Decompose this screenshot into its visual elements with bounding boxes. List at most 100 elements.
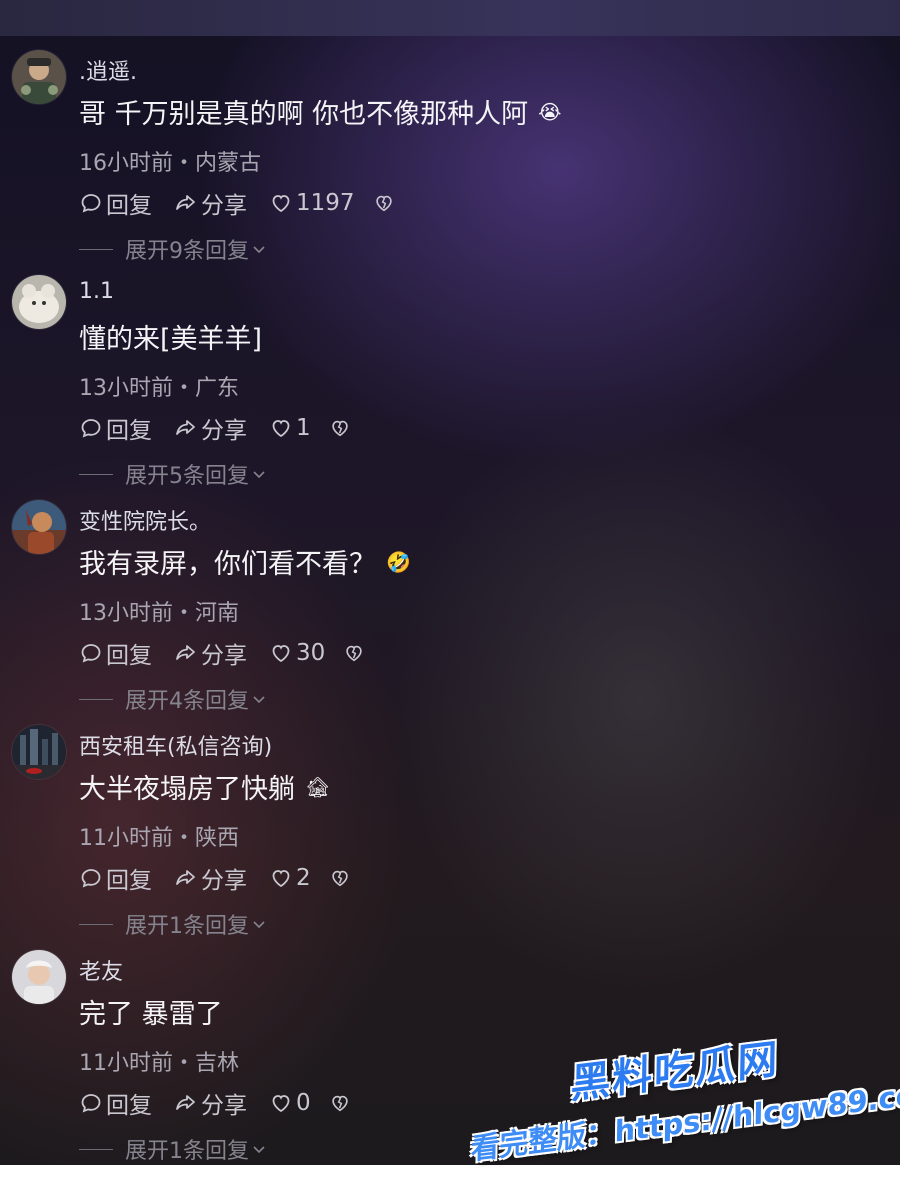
comment-time: 11小时前 [79,1051,173,1076]
comment-location: 吉林 [195,1051,240,1076]
reply-label: 回复 [106,418,152,444]
comment-time: 13小时前 [79,601,173,626]
comment-meta: 13小时前・广东 [79,370,239,402]
share-icon [176,870,195,885]
like-button[interactable]: 30 [269,640,325,666]
reply-icon [81,1094,101,1113]
chevron-down-icon [253,1146,265,1154]
comment-meta: 16小时前・内蒙古 [79,145,261,177]
share-icon [176,1095,195,1110]
username[interactable]: 1.1 [79,279,114,304]
action-bar: 回复 分享 1 [79,411,373,445]
comment-time: 13小时前 [79,376,173,401]
avatar[interactable] [12,500,66,554]
like-button[interactable]: 1197 [269,190,355,216]
broken-heart-icon [346,645,362,662]
share-button[interactable]: 分享 [174,186,247,220]
comment-item: 西安租车(私信咨询) 大半夜塌房了快躺 🏚 11小时前・陕西 回复 分享 2 展开… [0,711,900,939]
reply-icon [81,419,101,438]
like-button[interactable]: 0 [269,1090,311,1116]
heart-icon [272,645,290,663]
chevron-down-icon [253,696,265,704]
comment-text: 完了 暴雷了 [79,992,223,1031]
divider [79,1148,113,1150]
crying-emoji: 😭 [538,99,562,124]
dislike-button[interactable] [373,192,395,214]
broken-heart-icon [331,1095,348,1112]
comment-text-body: 懂的来[美羊羊] [79,324,263,355]
comment-item: 1.1 懂的来[美羊羊] 13小时前・广东 回复 分享 1 展开5条回复 [0,261,900,489]
comment-text: 哥 千万别是真的啊 你也不像那种人阿 😭 [79,92,562,131]
meta-separator: ・ [173,826,196,851]
chevron-down-icon [253,471,265,479]
dislike-button[interactable] [329,867,351,889]
reply-button[interactable]: 回复 [79,636,152,670]
comment-text: 大半夜塌房了快躺 🏚 [79,767,330,806]
action-bar: 回复 分享 30 [79,636,387,670]
action-bar: 回复 分享 1197 [79,186,417,220]
like-button[interactable]: 1 [269,415,311,441]
meta-separator: ・ [173,376,196,401]
reply-button[interactable]: 回复 [79,186,152,220]
like-count: 30 [296,640,326,666]
chevron-down-icon [253,921,265,929]
heart-icon [272,1095,290,1113]
share-button[interactable]: 分享 [174,861,247,895]
comment-text-body: 哥 千万别是真的啊 你也不像那种人阿 [79,99,529,130]
chevron-down-icon [253,246,265,254]
dislike-button[interactable] [329,417,351,439]
reply-button[interactable]: 回复 [79,861,152,895]
like-count: 1 [296,415,311,441]
reply-button[interactable]: 回复 [79,1086,152,1120]
avatar[interactable] [12,950,66,1004]
share-button[interactable]: 分享 [174,1086,247,1120]
broken-heart-icon [375,195,392,212]
action-bar: 回复 分享 2 [79,861,373,895]
reply-label: 回复 [106,1093,152,1119]
heart-icon [272,870,290,888]
expand-replies[interactable]: 展开1条回复 [79,1133,267,1165]
share-icon [176,420,195,435]
meta-separator: ・ [173,1051,196,1076]
avatar[interactable] [12,50,66,104]
comment-location: 陕西 [195,826,240,851]
divider [79,698,113,700]
comment-item: 老友 完了 暴雷了 11小时前・吉林 回复 分享 0 展开1条回复 [0,936,900,1164]
share-button[interactable]: 分享 [174,411,247,445]
collapsed-house-emoji: 🏚 [305,774,331,799]
reply-icon [81,194,101,213]
username[interactable]: 变性院院长。 [79,504,211,536]
expand-label: 展开1条回复 [125,1139,249,1164]
share-label: 分享 [201,643,247,669]
reply-label: 回复 [106,868,152,894]
comment-text-body: 完了 暴雷了 [79,999,223,1030]
avatar[interactable] [12,725,66,779]
share-label: 分享 [201,418,247,444]
meta-separator: ・ [173,151,196,176]
username[interactable]: 西安租车(私信咨询) [79,729,272,761]
username[interactable]: .逍遥. [79,54,137,86]
top-bar [0,0,900,36]
share-label: 分享 [201,193,247,219]
like-button[interactable]: 2 [269,865,311,891]
divider [79,473,113,475]
like-count: 2 [296,865,311,891]
avatar[interactable] [12,275,66,329]
comment-item: 变性院院长。 我有录屏，你们看不看？ 🤣 13小时前・河南 回复 分享 30 展开… [0,486,900,714]
dislike-button[interactable] [329,1092,351,1114]
broken-heart-icon [331,870,348,887]
comment-time: 11小时前 [79,826,173,851]
action-bar: 回复 分享 0 [79,1086,373,1120]
heart-icon [272,195,290,213]
dislike-button[interactable] [343,642,365,664]
share-button[interactable]: 分享 [174,636,247,670]
reply-button[interactable]: 回复 [79,411,152,445]
comment-time: 16小时前 [79,151,173,176]
divider [79,923,113,925]
comment-text-body: 我有录屏，你们看不看？ [79,549,376,580]
heart-icon [272,420,290,438]
share-icon [176,195,195,210]
comment-meta: 11小时前・陕西 [79,820,239,852]
username[interactable]: 老友 [79,954,123,986]
comment-location: 内蒙古 [195,151,262,176]
